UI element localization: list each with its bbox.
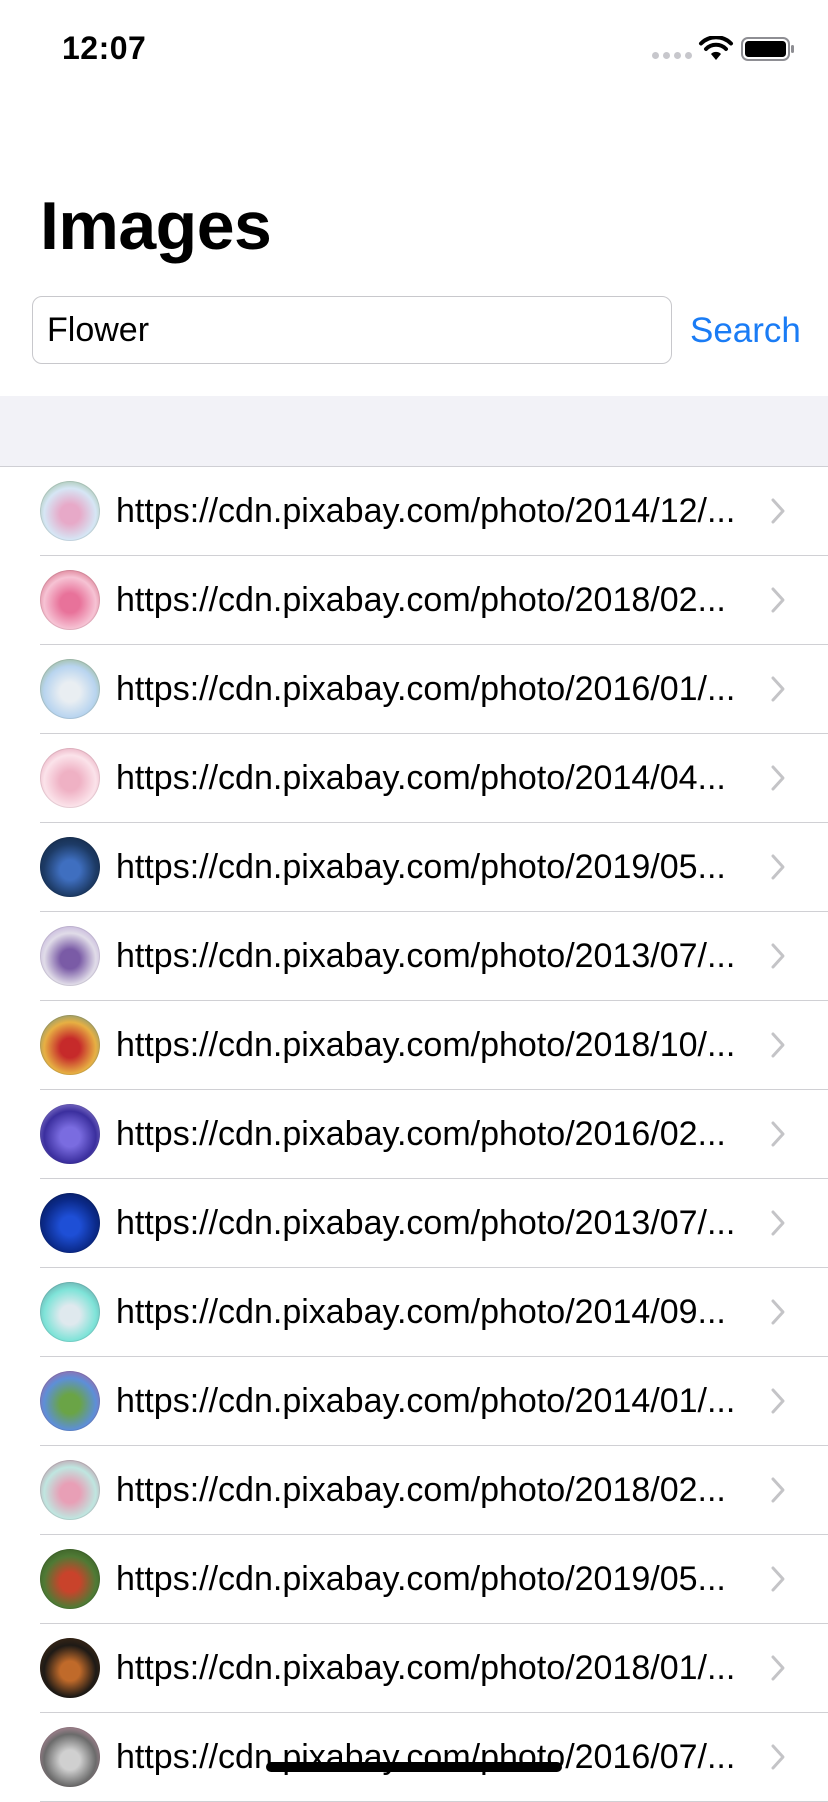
list-item[interactable]: https://cdn.pixabay.com/photo/2018/02... [0,556,828,645]
list-item[interactable]: https://cdn.pixabay.com/photo/2014/01/..… [0,1357,828,1446]
search-input[interactable] [32,296,672,364]
thumbnail-image [40,1282,100,1342]
image-url-label: https://cdn.pixabay.com/photo/2018/02... [116,1471,726,1509]
image-url-label: https://cdn.pixabay.com/photo/2019/05... [116,1560,726,1598]
thumbnail-image [40,1549,100,1609]
image-url-label: https://cdn.pixabay.com/photo/2018/10/..… [116,1026,736,1064]
thumbnail-image [40,481,100,541]
image-url-label: https://cdn.pixabay.com/photo/2016/01/..… [116,670,736,708]
chevron-right-icon [771,1299,785,1325]
results-list: https://cdn.pixabay.com/photo/2014/12/..… [0,467,828,1802]
thumbnail-image [40,1727,100,1787]
cellular-signal-icon [652,52,692,59]
chevron-right-icon [771,676,785,702]
chevron-right-icon [771,1477,785,1503]
search-button[interactable]: Search [690,306,801,356]
home-indicator[interactable] [266,1762,562,1772]
image-url-label: https://cdn.pixabay.com/photo/2014/01/..… [116,1382,736,1420]
chevron-right-icon [771,1388,785,1414]
list-item[interactable]: https://cdn.pixabay.com/photo/2014/09... [0,1268,828,1357]
thumbnail-image [40,1371,100,1431]
page-title: Images [40,188,272,264]
image-url-label: https://cdn.pixabay.com/photo/2014/04... [116,759,726,797]
thumbnail-image [40,659,100,719]
list-item[interactable]: https://cdn.pixabay.com/photo/2013/07/..… [0,912,828,1001]
list-item[interactable]: https://cdn.pixabay.com/photo/2013/07/..… [0,1179,828,1268]
status-time: 12:07 [62,30,147,66]
image-url-label: https://cdn.pixabay.com/photo/2018/02... [116,581,726,619]
chevron-right-icon [771,1210,785,1236]
chevron-right-icon [771,1655,785,1681]
chevron-right-icon [771,765,785,791]
thumbnail-image [40,1193,100,1253]
list-item[interactable]: https://cdn.pixabay.com/photo/2016/01/..… [0,645,828,734]
thumbnail-image [40,1460,100,1520]
list-item[interactable]: https://cdn.pixabay.com/photo/2016/02... [0,1090,828,1179]
image-url-label: https://cdn.pixabay.com/photo/2013/07/..… [116,937,736,975]
chevron-right-icon [771,587,785,613]
list-item[interactable]: https://cdn.pixabay.com/photo/2018/10/..… [0,1001,828,1090]
list-item[interactable]: https://cdn.pixabay.com/photo/2018/02... [0,1446,828,1535]
chevron-right-icon [771,854,785,880]
chevron-right-icon [771,498,785,524]
thumbnail-image [40,1638,100,1698]
list-item[interactable]: https://cdn.pixabay.com/photo/2016/07/..… [0,1713,828,1802]
thumbnail-image [40,570,100,630]
list-item[interactable]: https://cdn.pixabay.com/photo/2014/04... [0,734,828,823]
thumbnail-image [40,1015,100,1075]
thumbnail-image [40,926,100,986]
thumbnail-image [40,748,100,808]
list-item[interactable]: https://cdn.pixabay.com/photo/2014/12/..… [0,467,828,556]
chevron-right-icon [771,1121,785,1147]
list-item[interactable]: https://cdn.pixabay.com/photo/2019/05... [0,1535,828,1624]
chevron-right-icon [771,1566,785,1592]
chevron-right-icon [771,943,785,969]
wifi-icon [699,36,733,60]
image-url-label: https://cdn.pixabay.com/photo/2014/12/..… [116,492,736,530]
chevron-right-icon [771,1032,785,1058]
image-url-label: https://cdn.pixabay.com/photo/2013/07/..… [116,1204,736,1242]
image-url-label: https://cdn.pixabay.com/photo/2019/05... [116,848,726,886]
list-item[interactable]: https://cdn.pixabay.com/photo/2019/05... [0,823,828,912]
chevron-right-icon [771,1744,785,1770]
thumbnail-image [40,1104,100,1164]
section-header [0,396,828,467]
image-url-label: https://cdn.pixabay.com/photo/2016/02... [116,1115,726,1153]
status-bar: 12:07 [0,0,828,100]
list-item[interactable]: https://cdn.pixabay.com/photo/2018/01/..… [0,1624,828,1713]
thumbnail-image [40,837,100,897]
image-url-label: https://cdn.pixabay.com/photo/2016/07/..… [116,1738,736,1776]
image-url-label: https://cdn.pixabay.com/photo/2018/01/..… [116,1649,736,1687]
battery-icon [741,37,794,61]
image-url-label: https://cdn.pixabay.com/photo/2014/09... [116,1293,726,1331]
